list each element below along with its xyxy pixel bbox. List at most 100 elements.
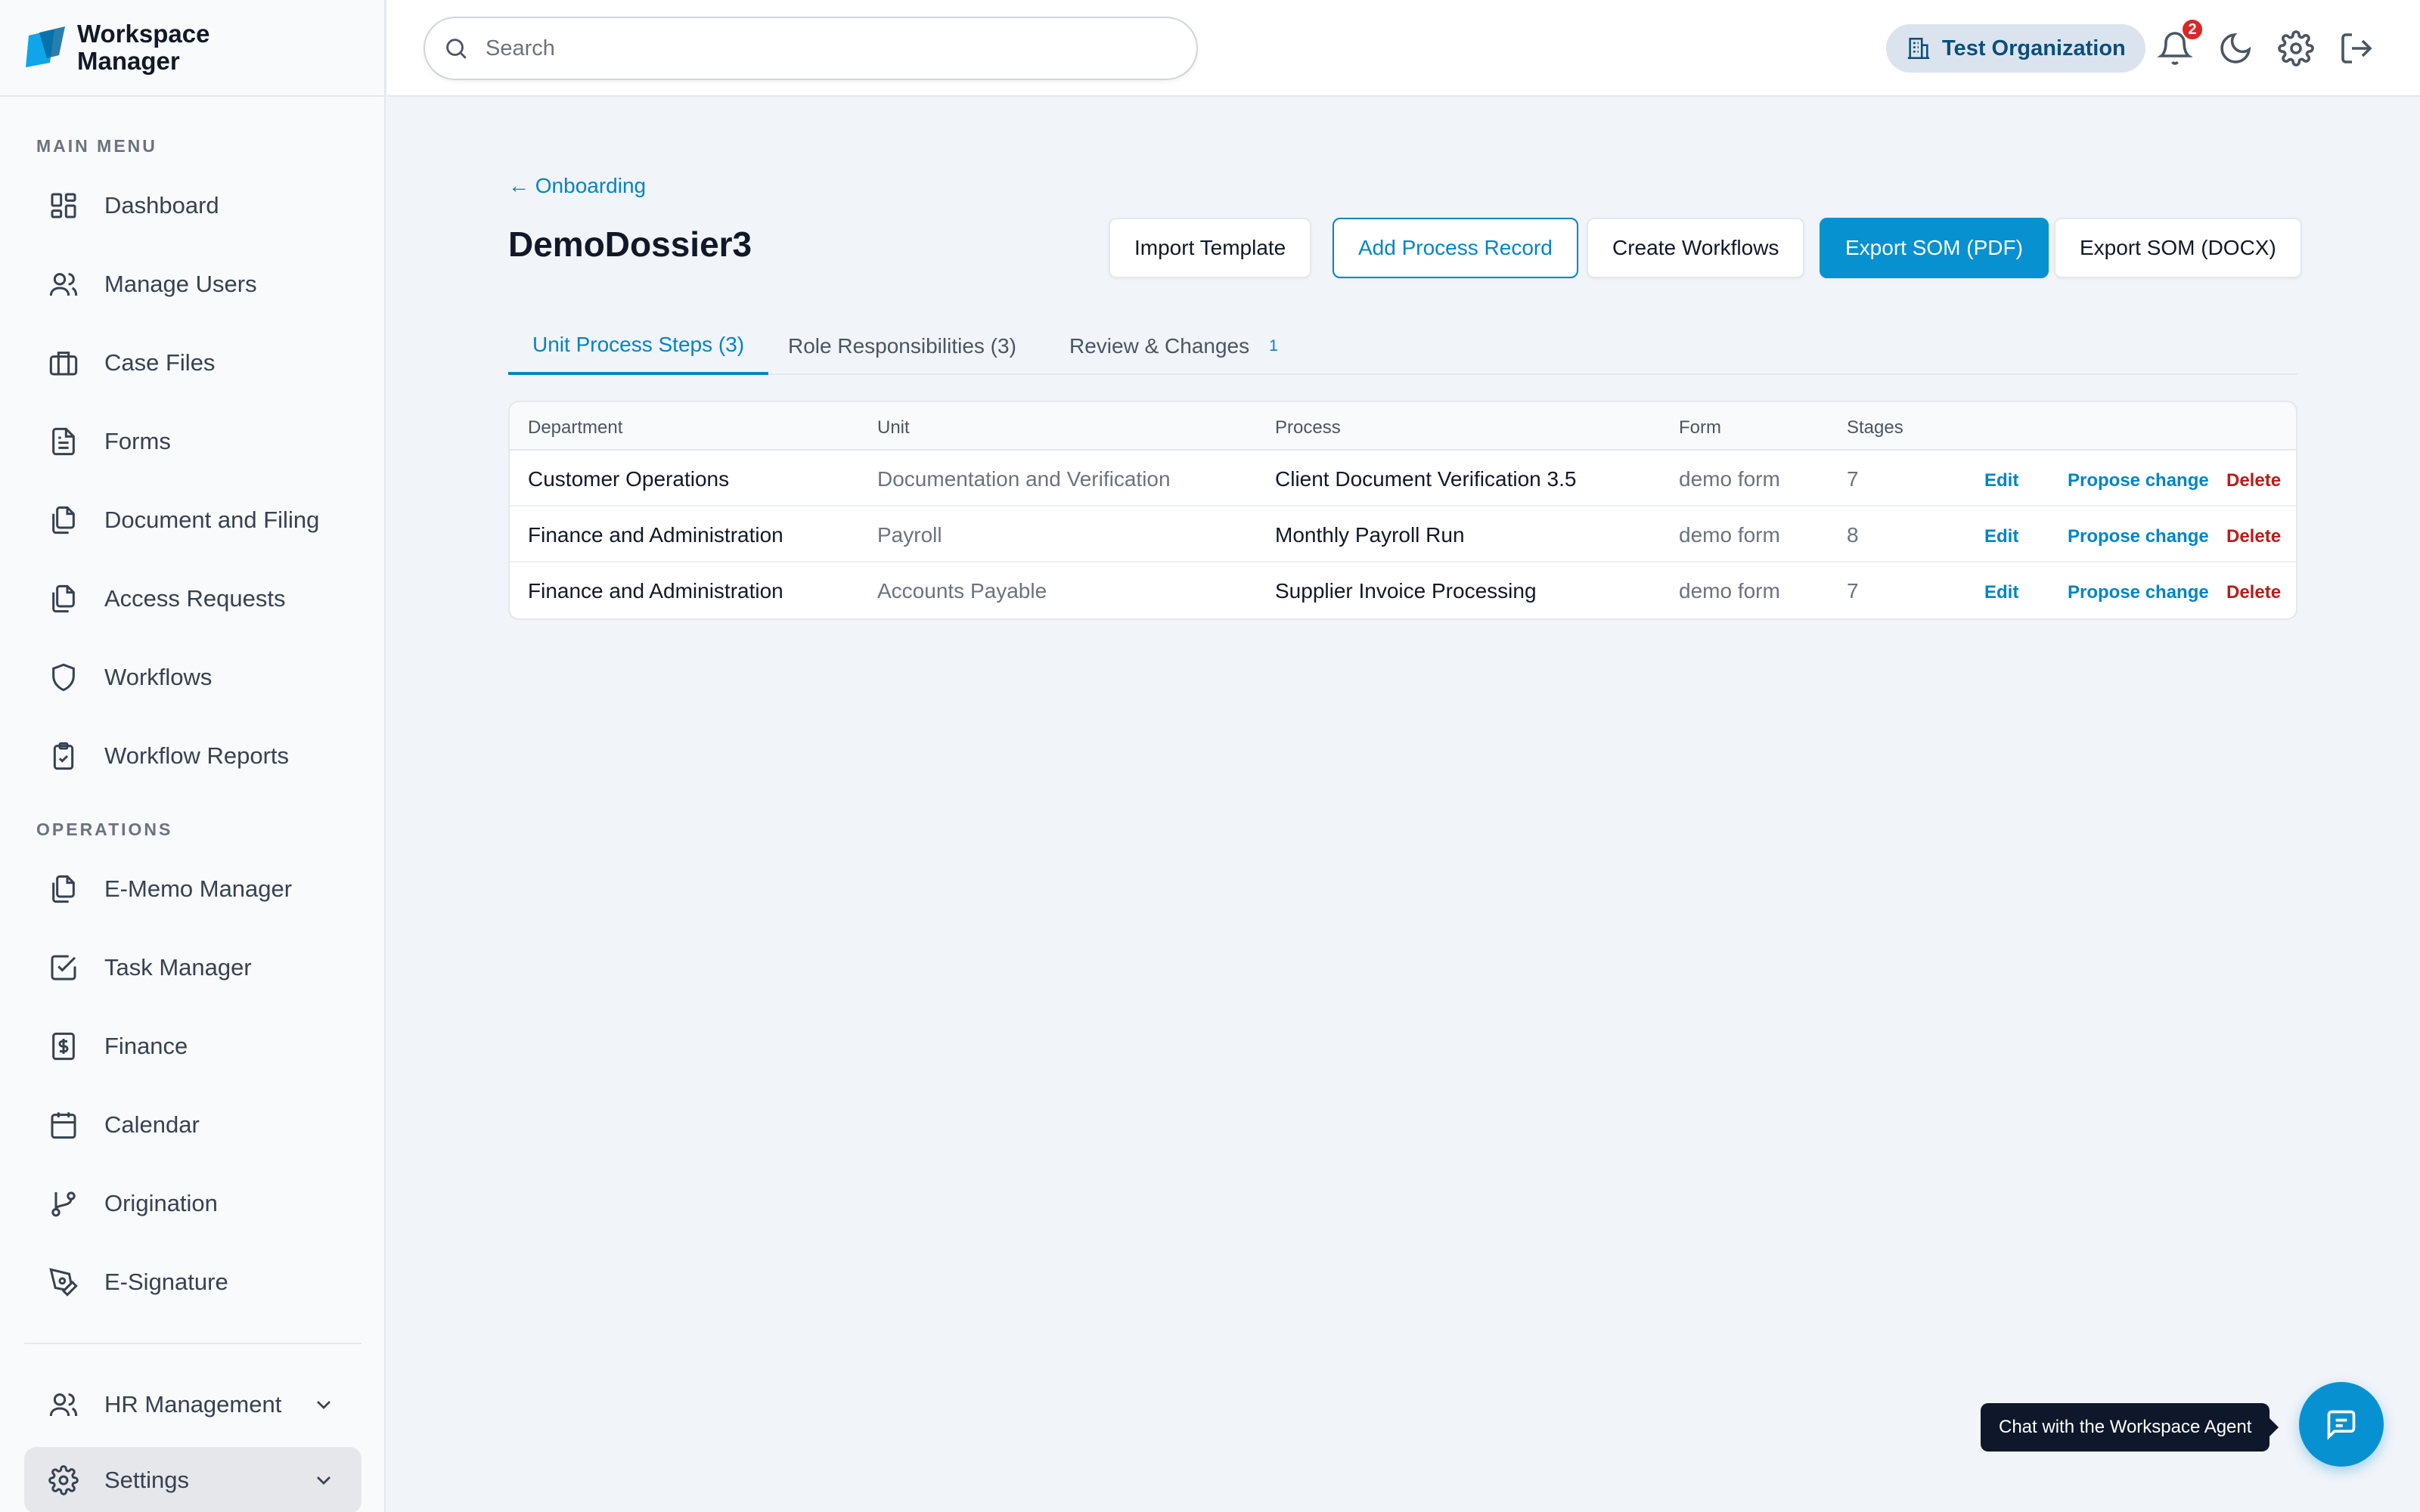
files-icon bbox=[52, 506, 75, 534]
sidebar-item-label: E-Signature bbox=[104, 1269, 228, 1295]
cell-process: Monthly Payroll Run bbox=[1275, 523, 1465, 547]
table-row: Finance and Administration Payroll Month… bbox=[510, 507, 2296, 562]
cell-stages: 8 bbox=[1847, 523, 1859, 547]
column-header-stages[interactable]: Stages bbox=[1847, 417, 1903, 438]
sidebar-item-task-manager[interactable]: Task Manager bbox=[24, 934, 361, 1001]
sidebar-item-calendar[interactable]: Calendar bbox=[24, 1092, 361, 1158]
cell-department: Customer Operations bbox=[528, 467, 730, 491]
sidebar-item-e-signature[interactable]: E-Signature bbox=[24, 1249, 361, 1315]
search-input[interactable] bbox=[486, 36, 1166, 61]
chat-agent-button[interactable] bbox=[2299, 1382, 2384, 1467]
shield-icon bbox=[52, 663, 75, 692]
sidebar-divider bbox=[24, 1343, 361, 1344]
cell-unit: Accounts Payable bbox=[877, 579, 1047, 603]
edit-link[interactable]: Edit bbox=[1984, 526, 2018, 547]
gear-icon bbox=[48, 1465, 79, 1495]
logout-icon[interactable] bbox=[2338, 30, 2375, 67]
tab-unit-process-steps[interactable]: Unit Process Steps (3) bbox=[508, 318, 769, 375]
sidebar-item-dashboard[interactable]: Dashboard bbox=[24, 172, 361, 239]
cell-stages: 7 bbox=[1847, 579, 1859, 603]
clipboard-check-icon bbox=[53, 742, 74, 770]
sidebar-item-label: Document and Filing bbox=[104, 507, 320, 533]
column-header-unit[interactable]: Unit bbox=[877, 417, 910, 438]
edit-link[interactable]: Edit bbox=[1984, 582, 2018, 603]
cell-process: Supplier Invoice Processing bbox=[1275, 579, 1537, 603]
users-icon bbox=[49, 1393, 78, 1417]
table-header: Department Unit Process Form Stages bbox=[510, 402, 2296, 451]
export-som-pdf-button[interactable]: Export SOM (PDF) bbox=[1820, 218, 2049, 278]
sidebar-item-forms[interactable]: Forms bbox=[24, 408, 361, 475]
tab-count-badge: 1 bbox=[1269, 337, 1278, 355]
sidebar-item-origination[interactable]: Origination bbox=[24, 1170, 361, 1237]
sidebar-item-hr-management[interactable]: HR Management bbox=[24, 1371, 361, 1438]
chevron-down-icon[interactable] bbox=[312, 1468, 336, 1492]
git-branch-icon bbox=[51, 1191, 76, 1217]
export-som-docx-button[interactable]: Export SOM (DOCX) bbox=[2054, 218, 2302, 278]
gear-icon[interactable] bbox=[2278, 30, 2314, 67]
tab-label: Unit Process Steps (3) bbox=[532, 333, 745, 356]
cell-form: demo form bbox=[1679, 523, 1780, 547]
files-icon bbox=[52, 584, 75, 613]
page-title: DemoDossier3 bbox=[508, 225, 752, 264]
table-row: Finance and Administration Accounts Paya… bbox=[510, 562, 2296, 618]
sidebar-item-document-and-filing[interactable]: Document and Filing bbox=[24, 487, 361, 553]
sidebar-item-label: E-Memo Manager bbox=[104, 875, 293, 902]
sidebar-item-label: Dashboard bbox=[104, 192, 219, 218]
sidebar-item-label: Finance bbox=[104, 1033, 188, 1059]
sidebar-item-label: Settings bbox=[104, 1467, 190, 1493]
delete-link[interactable]: Delete bbox=[2226, 526, 2281, 547]
moon-icon[interactable] bbox=[2217, 30, 2254, 67]
file-text-icon bbox=[52, 427, 75, 456]
cell-process: Client Document Verification 3.5 bbox=[1275, 467, 1577, 491]
cell-unit: Payroll bbox=[877, 523, 942, 547]
tab-review-and-changes[interactable]: Review & Changes 1 bbox=[1045, 318, 1302, 375]
delete-link[interactable]: Delete bbox=[2226, 470, 2281, 491]
cell-stages: 7 bbox=[1847, 467, 1859, 491]
edit-link[interactable]: Edit bbox=[1984, 470, 2018, 491]
sidebar-item-manage-users[interactable]: Manage Users bbox=[24, 251, 361, 318]
create-workflows-button[interactable]: Create Workflows bbox=[1587, 218, 1805, 278]
sidebar-item-label: Origination bbox=[104, 1190, 218, 1216]
organization-switcher[interactable]: Test Organization bbox=[1886, 24, 2145, 73]
sidebar-item-label: HR Management bbox=[104, 1391, 282, 1418]
sidebar-item-label: Case Files bbox=[104, 349, 216, 376]
sidebar-item-case-files[interactable]: Case Files bbox=[24, 330, 361, 396]
sidebar-item-workflows[interactable]: Workflows bbox=[24, 644, 361, 711]
cell-form: demo form bbox=[1679, 579, 1780, 603]
brand-name-line1: Workspace bbox=[77, 20, 210, 48]
building-icon bbox=[1907, 37, 1930, 60]
main-menu-label: MAIN MENU bbox=[36, 136, 157, 156]
propose-change-link[interactable]: Propose change bbox=[2068, 470, 2209, 491]
column-header-process[interactable]: Process bbox=[1275, 417, 1341, 438]
column-header-department[interactable]: Department bbox=[528, 417, 622, 438]
cell-department: Finance and Administration bbox=[528, 523, 783, 547]
tab-role-responsibilities[interactable]: Role Responsibilities (3) bbox=[764, 318, 1041, 375]
chat-tooltip: Chat with the Workspace Agent bbox=[1981, 1403, 2279, 1452]
sidebar-item-label: Task Manager bbox=[104, 954, 252, 981]
message-square-icon bbox=[2327, 1410, 2356, 1440]
add-process-record-button[interactable]: Add Process Record bbox=[1333, 218, 1578, 278]
search-box[interactable] bbox=[424, 17, 1198, 80]
search-icon bbox=[446, 39, 467, 59]
organization-name: Test Organization bbox=[1942, 36, 2126, 60]
column-header-form[interactable]: Form bbox=[1679, 417, 1721, 438]
sidebar-item-label: Calendar bbox=[104, 1111, 200, 1138]
brand[interactable]: Workspace Manager bbox=[0, 0, 384, 97]
sidebar-item-settings[interactable]: Settings bbox=[24, 1447, 361, 1512]
tab-label: Role Responsibilities (3) bbox=[788, 334, 1016, 358]
chevron-down-icon[interactable] bbox=[312, 1393, 336, 1417]
process-table: Department Unit Process Form Stages Cust… bbox=[508, 401, 2297, 620]
sidebar-item-workflow-reports[interactable]: Workflow Reports bbox=[24, 723, 361, 789]
propose-change-link[interactable]: Propose change bbox=[2068, 582, 2209, 603]
back-link-onboarding[interactable]: ← Onboarding bbox=[508, 174, 646, 198]
cell-form: demo form bbox=[1679, 467, 1780, 491]
dashboard-grid-icon bbox=[51, 193, 76, 218]
tab-bar: Unit Process Steps (3) Role Responsibili… bbox=[508, 318, 2297, 375]
sidebar-item-finance[interactable]: Finance bbox=[24, 1013, 361, 1080]
propose-change-link[interactable]: Propose change bbox=[2068, 526, 2209, 547]
sidebar-item-label: Access Requests bbox=[104, 585, 286, 612]
sidebar-item-access-requests[interactable]: Access Requests bbox=[24, 565, 361, 632]
delete-link[interactable]: Delete bbox=[2226, 582, 2281, 603]
import-template-button[interactable]: Import Template bbox=[1109, 218, 1312, 278]
sidebar-item-e-memo-manager[interactable]: E-Memo Manager bbox=[24, 856, 361, 922]
